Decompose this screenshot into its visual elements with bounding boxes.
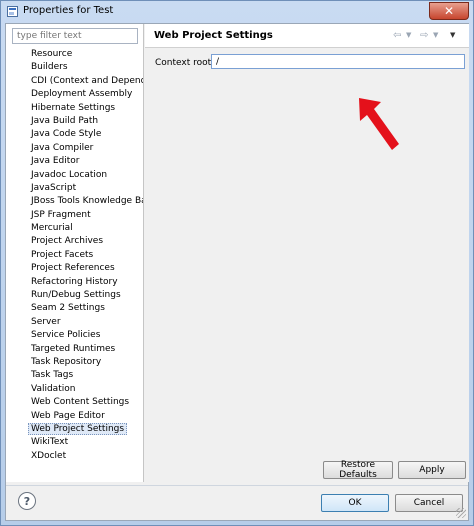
dialog-client: Resource Builders CDI (Context and Depende… — [5, 23, 469, 521]
tree-item[interactable]: Seam 2 Settings — [6, 302, 143, 315]
tree-item[interactable]: Refactoring History — [6, 276, 143, 289]
context-root-input[interactable] — [211, 54, 465, 69]
resize-grip[interactable] — [456, 508, 466, 518]
tree-item[interactable]: Java Build Path — [6, 115, 143, 128]
cancel-label: Cancel — [413, 498, 445, 508]
tree-item[interactable]: Java Editor — [6, 155, 143, 168]
tree-item[interactable]: Java Code Style — [6, 128, 143, 141]
tree-item[interactable]: Project Archives — [6, 235, 143, 248]
tree-item[interactable]: Hibernate Settings — [6, 102, 143, 115]
tree-item-label: Project Archives — [31, 236, 104, 247]
tree-item-label: Hibernate Settings — [31, 102, 116, 113]
tree-item[interactable]: WikiText — [6, 436, 143, 449]
tree-item-label: Web Content Settings — [31, 397, 130, 408]
tree-item[interactable]: CDI (Context and Depender — [6, 75, 143, 88]
red-arrow-annotation — [359, 98, 399, 150]
tree-item[interactable]: JBoss Tools Knowledge Bas — [6, 195, 143, 208]
apply-button[interactable]: Apply — [398, 461, 466, 479]
tree-item-label: Builders — [31, 62, 68, 73]
page-header: Web Project Settings ⇦ ▼ ⇨ ▼ ▼ — [145, 24, 469, 48]
tree-item-label: Server — [31, 316, 61, 327]
tree-item[interactable]: Validation — [6, 383, 143, 396]
tree-item[interactable]: Run/Debug Settings — [6, 289, 143, 302]
apply-label: Apply — [419, 465, 445, 475]
tree-item[interactable]: Project Facets — [6, 249, 143, 262]
tree-item[interactable]: Web Content Settings — [6, 396, 143, 409]
window-title: Properties for Test — [23, 5, 114, 16]
forward-menu-icon[interactable]: ▼ — [433, 29, 438, 41]
close-button[interactable]: ✕ — [429, 2, 469, 20]
tree-item-label: Project References — [31, 263, 115, 274]
tree-item[interactable]: JavaScript — [6, 182, 143, 195]
tree-item[interactable]: Java Compiler — [6, 142, 143, 155]
forward-arrow-icon[interactable]: ⇨ — [420, 29, 428, 41]
tree-item[interactable]: Builders — [6, 61, 143, 74]
tree-item-label: Run/Debug Settings — [31, 290, 121, 301]
tree-item[interactable]: Web Page Editor — [6, 410, 143, 423]
property-tree: Resource Builders CDI (Context and Depen de… — [6, 48, 143, 463]
view-menu-icon[interactable]: ▼ — [450, 29, 455, 41]
tree-item-label: Seam 2 Settings — [31, 303, 105, 314]
restore-defaults-label: Restore Defaults — [339, 460, 377, 480]
tree-item-label: Java Build Path — [31, 115, 99, 126]
properties-dialog: Properties for Test ✕ Resource Builders CD… — [0, 0, 474, 526]
tree-item-label: Mercurial — [31, 223, 73, 234]
tree-item-label: Web Page Editor — [31, 410, 105, 421]
context-root-label: Context root: — [155, 58, 215, 68]
tree-item[interactable]: Targeted Runtimes — [6, 343, 143, 356]
footer-separator — [6, 485, 468, 486]
tree-item-label: Targeted Runtimes — [31, 343, 116, 354]
tree-item-label: JavaScript — [31, 182, 77, 193]
tree-item-label: Deployment Assembly — [31, 89, 133, 100]
tree-item-label: CDI (Context and Depender — [31, 75, 143, 86]
tree-item[interactable]: Deployment Assembly — [6, 88, 143, 101]
tree-item-label: Web Project Settings — [28, 422, 128, 435]
tree-item[interactable]: Service Policies — [6, 329, 143, 342]
tree-item[interactable]: Server — [6, 316, 143, 329]
tree-item[interactable]: JSP Fragment — [6, 209, 143, 222]
app-icon — [7, 6, 18, 17]
tree-item-label: Service Policies — [31, 330, 101, 341]
back-menu-icon[interactable]: ▼ — [406, 29, 411, 41]
tree-item[interactable]: Mercurial — [6, 222, 143, 235]
tree-item-label: JSP Fragment — [31, 209, 91, 220]
title-bar[interactable]: Properties for Test ✕ — [1, 1, 473, 23]
tree-item-label: Project Facets — [31, 249, 94, 260]
tree-item-label: Task Tags — [31, 370, 74, 381]
tree-item-label: Task Repository — [31, 356, 102, 367]
tree-item[interactable]: Task Repository — [6, 356, 143, 369]
filter-input[interactable] — [12, 28, 138, 44]
tree-item[interactable]: Resource — [6, 48, 143, 61]
back-arrow-icon[interactable]: ⇦ — [393, 29, 401, 41]
left-panel: Resource Builders CDI (Context and Depende… — [6, 24, 144, 482]
cancel-button[interactable]: Cancel — [395, 494, 463, 512]
ok-button[interactable]: OK — [321, 494, 389, 512]
tree-item-label: Java Code Style — [31, 129, 102, 140]
tree-item[interactable]: Javadoc Location — [6, 169, 143, 182]
tree-item-label: Java Compiler — [31, 142, 94, 153]
tree-item-label: Validation — [31, 383, 76, 394]
tree-item-label: Javadoc Location — [31, 169, 108, 180]
tree-item[interactable]: Project References — [6, 262, 143, 275]
tree-item[interactable]: XDoclet — [6, 450, 143, 463]
tree-item[interactable]: Task Tags — [6, 369, 143, 382]
tree-item[interactable]: Web Project Settings — [6, 422, 143, 436]
tree-item-label: Java Editor — [31, 156, 80, 167]
page-title: Web Project Settings — [154, 30, 273, 41]
tree-item-label: Refactoring History — [31, 276, 118, 287]
right-panel: Web Project Settings ⇦ ▼ ⇨ ▼ ▼ Context r… — [145, 24, 469, 482]
tree-item-label: WikiText — [31, 437, 69, 448]
tree-item-label: Resource — [31, 49, 73, 59]
tree-item-label: JBoss Tools Knowledge Bas — [31, 196, 143, 207]
help-icon[interactable]: ? — [18, 492, 36, 510]
tree-item-label: XDoclet — [31, 450, 67, 461]
restore-defaults-button[interactable]: Restore Defaults — [323, 460, 393, 480]
ok-label: OK — [348, 498, 362, 508]
